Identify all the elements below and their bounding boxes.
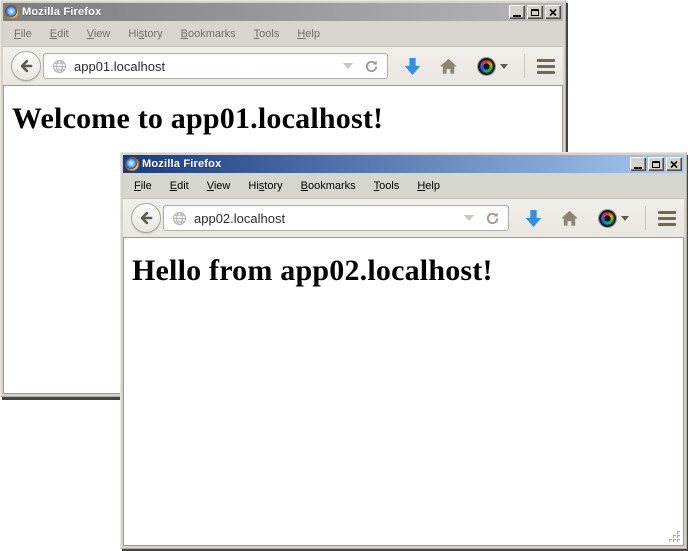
downloads-button[interactable] (523, 208, 544, 229)
menu-bar: File Edit View History Bookmarks Tools H… (123, 173, 684, 198)
menu-tools[interactable]: Tools (245, 26, 289, 42)
hamburger-icon (537, 71, 555, 74)
back-button[interactable] (11, 51, 41, 81)
download-arrow-icon (402, 56, 423, 77)
close-button[interactable] (666, 157, 682, 171)
page-heading: Welcome to app01.localhost! (4, 102, 562, 136)
close-icon (670, 161, 678, 168)
minimize-button[interactable] (509, 5, 525, 19)
addon-button[interactable] (599, 210, 629, 227)
reload-button[interactable] (363, 58, 379, 74)
minimize-icon (634, 167, 642, 169)
window-controls (509, 5, 561, 19)
hamburger-menu-button[interactable] (537, 57, 555, 76)
maximize-icon (652, 161, 660, 168)
hamburger-icon (658, 211, 676, 214)
browser-window-app02: Mozilla Firefox File Edit View History B… (120, 152, 687, 549)
downloads-button[interactable] (402, 56, 423, 77)
reload-icon (364, 59, 379, 74)
close-icon (549, 9, 557, 16)
hamburger-icon (658, 223, 676, 226)
toolbar-separator (645, 206, 646, 230)
url-bar[interactable]: app02.localhost (163, 205, 509, 231)
home-button[interactable] (560, 209, 579, 228)
reload-icon (485, 211, 500, 226)
menu-bookmarks[interactable]: Bookmarks (292, 178, 365, 194)
close-button[interactable] (545, 5, 561, 19)
menu-history[interactable]: History (239, 178, 291, 194)
window-controls (630, 157, 682, 171)
url-dropdown-caret-icon[interactable] (464, 215, 474, 221)
home-icon (560, 209, 579, 228)
back-button[interactable] (131, 203, 161, 233)
maximize-button[interactable] (648, 157, 664, 171)
maximize-button[interactable] (527, 5, 543, 19)
page-heading: Hello from app02.localhost! (124, 254, 683, 288)
home-button[interactable] (439, 57, 458, 76)
menu-bar: File Edit View History Bookmarks Tools H… (3, 21, 563, 46)
firefox-logo-icon (5, 5, 19, 19)
reload-button[interactable] (484, 210, 500, 226)
minimize-icon (513, 15, 521, 17)
menu-help[interactable]: Help (408, 178, 449, 194)
addon-colorwheel-icon (478, 58, 495, 75)
url-text[interactable]: app02.localhost (194, 211, 460, 226)
maximize-icon (531, 9, 539, 16)
window-title: Mozilla Firefox (142, 158, 627, 170)
menu-view[interactable]: View (198, 178, 240, 194)
site-identity-globe-icon[interactable] (172, 211, 187, 226)
url-text[interactable]: app01.localhost (74, 59, 339, 74)
site-identity-globe-icon[interactable] (52, 59, 67, 74)
menu-edit[interactable]: Edit (161, 178, 198, 194)
title-bar[interactable]: Mozilla Firefox (123, 155, 684, 173)
addon-colorwheel-icon (599, 210, 616, 227)
menu-history[interactable]: History (119, 26, 171, 42)
hamburger-icon (658, 217, 676, 220)
page-content: Hello from app02.localhost! (123, 238, 684, 546)
menu-edit[interactable]: Edit (41, 26, 78, 42)
menu-bookmarks[interactable]: Bookmarks (172, 26, 245, 42)
navigation-toolbar: app02.localhost (123, 198, 684, 238)
download-arrow-icon (523, 208, 544, 229)
hamburger-menu-button[interactable] (658, 209, 676, 228)
resize-grip[interactable] (666, 528, 682, 544)
menu-file[interactable]: File (125, 178, 161, 194)
url-dropdown-caret-icon[interactable] (343, 63, 353, 69)
hamburger-icon (537, 59, 555, 62)
back-arrow-icon (18, 58, 34, 74)
menu-help[interactable]: Help (288, 26, 329, 42)
hamburger-icon (537, 65, 555, 68)
addon-dropdown-caret-icon (621, 216, 629, 221)
menu-file[interactable]: File (5, 26, 41, 42)
url-bar[interactable]: app01.localhost (43, 53, 388, 79)
home-icon (439, 57, 458, 76)
navigation-toolbar: app01.localhost (3, 46, 563, 86)
back-arrow-icon (138, 210, 154, 226)
minimize-button[interactable] (630, 157, 646, 171)
addon-dropdown-caret-icon (500, 64, 508, 69)
window-title: Mozilla Firefox (22, 6, 506, 18)
title-bar[interactable]: Mozilla Firefox (3, 3, 563, 21)
menu-tools[interactable]: Tools (365, 178, 409, 194)
toolbar-separator (524, 54, 525, 78)
firefox-logo-icon (125, 157, 139, 171)
menu-view[interactable]: View (78, 26, 120, 42)
addon-button[interactable] (478, 58, 508, 75)
